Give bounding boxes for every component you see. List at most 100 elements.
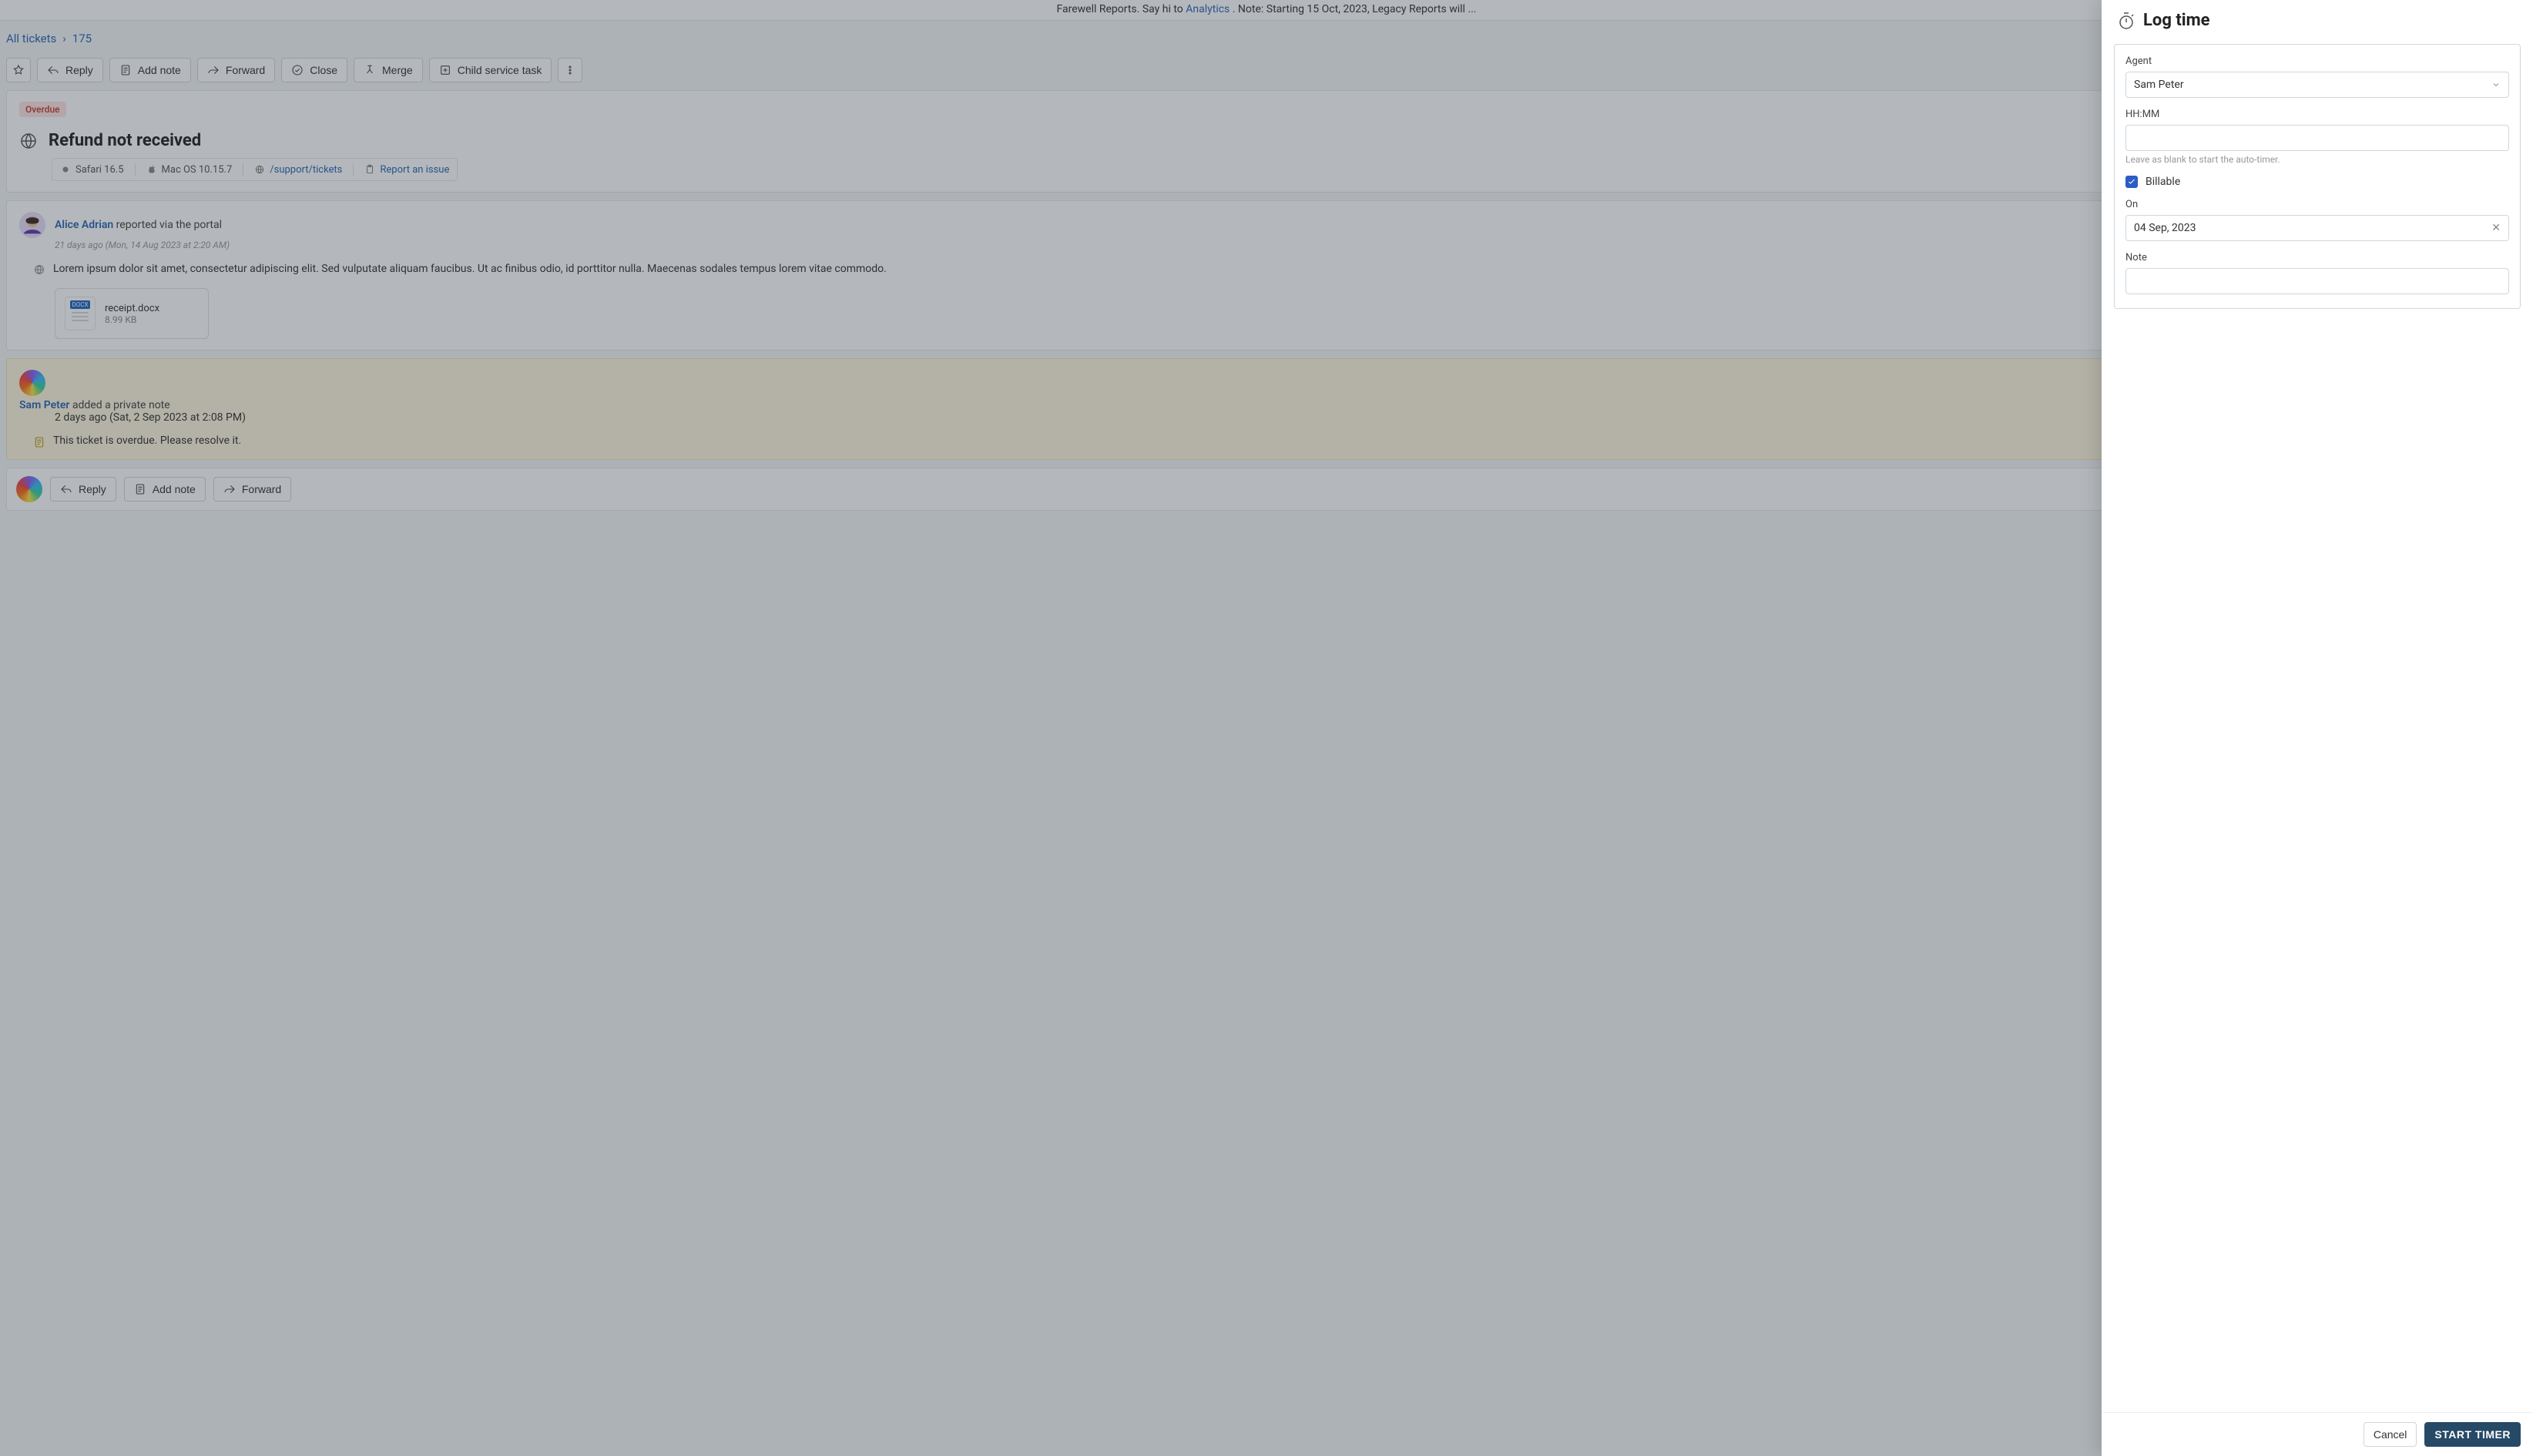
close-button[interactable]: Close [281, 58, 347, 82]
system-info-bar: Safari 16.5 Mac OS 10.15.7 /support/tick… [52, 158, 458, 181]
merge-label: Merge [382, 64, 413, 76]
reply-label: Reply [65, 64, 93, 76]
panel-footer: Cancel START TIMER [2102, 1412, 2533, 1456]
note-author-name[interactable]: Sam Peter [19, 399, 69, 411]
merge-button[interactable]: Merge [354, 58, 423, 82]
on-date-field: On 04 Sep, 2023 ✕ [2125, 199, 2509, 241]
note-icon [119, 64, 132, 76]
plus-square-icon [439, 64, 451, 76]
message-body: Lorem ipsum dolor sit amet, consectetur … [53, 261, 887, 277]
hhmm-field: HH:MM Leave as blank to start the auto-t… [2125, 109, 2509, 165]
globe-icon [19, 132, 38, 150]
avatar-illustration-icon [19, 212, 45, 238]
add-note-button[interactable]: Add note [109, 58, 191, 82]
author-action: reported via the portal [116, 219, 222, 231]
reply-button[interactable]: Reply [37, 58, 103, 82]
log-time-panel: Log time Agent Sam Peter HH:MM Leave as … [2102, 0, 2533, 1456]
browser-text: Safari 16.5 [75, 164, 124, 176]
start-timer-button[interactable]: START TIMER [2424, 1422, 2521, 1447]
reply-label-bottom: Reply [79, 483, 106, 495]
report-issue-wrap: Report an issue [364, 164, 449, 176]
apple-icon [146, 164, 157, 175]
on-label: On [2125, 199, 2509, 210]
forward-button-bottom[interactable]: Forward [213, 477, 291, 502]
chevron-right-icon: › [62, 32, 66, 45]
close-label: Close [310, 64, 337, 76]
author-name[interactable]: Alice Adrian [55, 219, 113, 231]
document-thumb-icon: DOCX [65, 297, 96, 330]
more-actions-button[interactable] [558, 58, 582, 82]
note-input[interactable] [2125, 268, 2509, 294]
globe-icon [254, 164, 265, 175]
add-note-label-bottom: Add note [153, 483, 196, 495]
forward-icon [223, 483, 236, 495]
merge-icon [364, 64, 376, 76]
agent-select[interactable]: Sam Peter [2125, 72, 2509, 98]
browser-info: Safari 16.5 [60, 164, 124, 176]
forward-button[interactable]: Forward [197, 58, 275, 82]
cancel-button[interactable]: Cancel [2364, 1422, 2417, 1447]
avatar [19, 370, 45, 396]
child-service-task-button[interactable]: Child service task [429, 58, 552, 82]
agent-value: Sam Peter [2134, 79, 2184, 91]
banner-prefix: Farewell Reports. Say hi to [1056, 3, 1186, 15]
record-icon [60, 164, 71, 175]
on-date-value: 04 Sep, 2023 [2134, 222, 2196, 234]
avatar [16, 476, 42, 502]
banner-link[interactable]: Analytics [1186, 3, 1230, 15]
add-note-label: Add note [138, 64, 181, 76]
attachment-type-badge: DOCX [70, 300, 91, 309]
status-badge-overdue: Overdue [19, 102, 66, 117]
os-info: Mac OS 10.15.7 [146, 164, 233, 176]
billable-field: Billable [2125, 176, 2509, 188]
star-button[interactable] [6, 58, 31, 82]
note-icon [134, 483, 146, 495]
attachment-size: 8.99 KB [105, 314, 159, 325]
chevron-down-icon [2491, 80, 2501, 89]
note-body: This ticket is overdue. Please resolve i… [53, 434, 241, 447]
child-service-task-label: Child service task [458, 64, 542, 76]
check-icon [2127, 177, 2136, 186]
on-date-input[interactable]: 04 Sep, 2023 ✕ [2125, 215, 2509, 241]
kebab-icon [564, 64, 576, 76]
note-author-action: added a private note [72, 399, 170, 411]
billable-checkbox[interactable] [2125, 176, 2138, 188]
add-note-button-bottom[interactable]: Add note [124, 477, 206, 502]
forward-icon [207, 64, 220, 76]
avatar [19, 212, 45, 238]
panel-title: Log time [2143, 11, 2210, 30]
log-time-form: Agent Sam Peter HH:MM Leave as blank to … [2114, 44, 2521, 309]
reply-button-bottom[interactable]: Reply [50, 477, 116, 502]
note-label: Note [2125, 252, 2509, 263]
reply-icon [47, 64, 59, 76]
start-timer-label: START TIMER [2434, 1428, 2511, 1441]
globe-icon [33, 263, 45, 276]
banner-suffix: . Note: Starting 15 Oct, 2023, Legacy Re… [1233, 3, 1477, 15]
divider [135, 163, 136, 176]
clipboard-icon [364, 164, 375, 175]
note-field: Note [2125, 252, 2509, 294]
agent-label: Agent [2125, 55, 2509, 67]
stopwatch-icon [2117, 12, 2135, 30]
hhmm-helper: Leave as blank to start the auto-timer. [2125, 154, 2509, 165]
hhmm-input[interactable] [2125, 125, 2509, 151]
page-title: Refund not received [49, 131, 201, 150]
hhmm-label: HH:MM [2125, 109, 2509, 120]
star-icon [12, 64, 25, 76]
reply-icon [60, 483, 72, 495]
breadcrumb-all-tickets[interactable]: All tickets [6, 32, 56, 45]
divider [353, 163, 354, 176]
attachment-name: receipt.docx [105, 303, 159, 314]
forward-label-bottom: Forward [242, 483, 281, 495]
breadcrumb-ticket-id: 175 [72, 32, 92, 45]
clear-date-icon[interactable]: ✕ [2491, 222, 2501, 234]
agent-field: Agent Sam Peter [2125, 55, 2509, 98]
note-icon [33, 436, 45, 448]
attachment[interactable]: DOCX receipt.docx 8.99 KB [55, 288, 209, 339]
os-text: Mac OS 10.15.7 [162, 164, 233, 176]
check-circle-icon [291, 64, 304, 76]
page-link-wrap: /support/tickets [254, 164, 342, 176]
page-url-link[interactable]: /support/tickets [270, 164, 342, 176]
report-issue-link[interactable]: Report an issue [380, 164, 449, 176]
billable-label: Billable [2146, 176, 2180, 188]
